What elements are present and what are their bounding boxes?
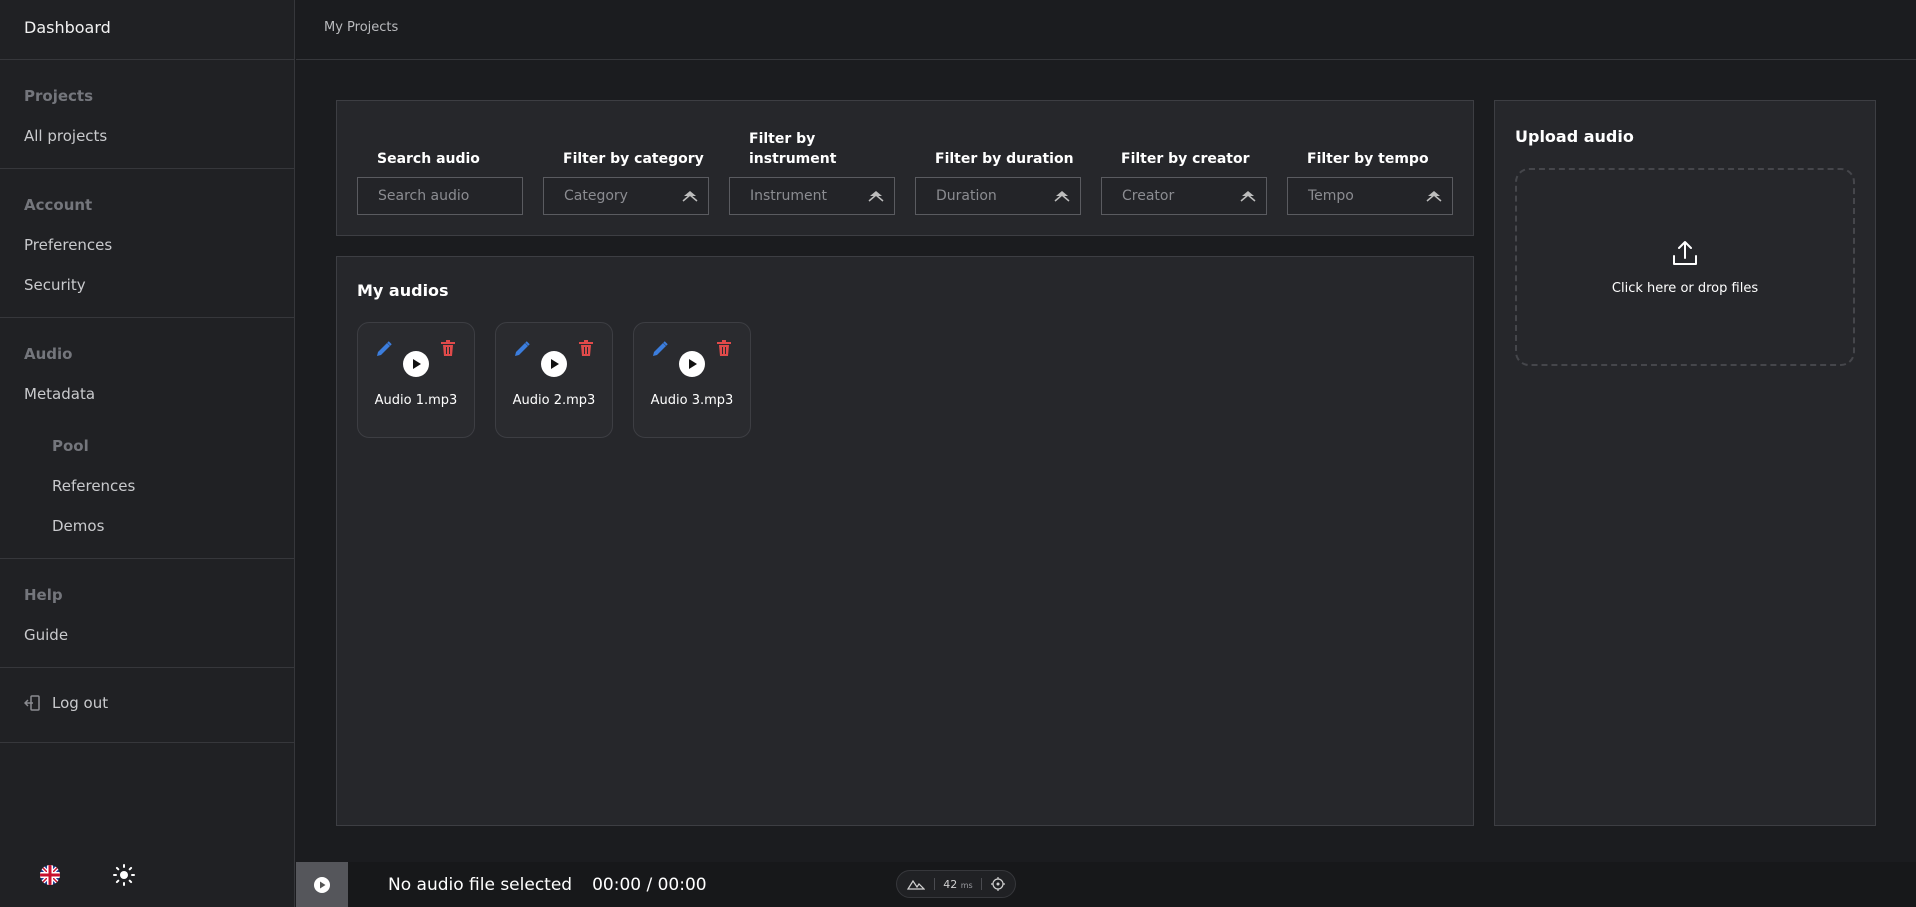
filter-label: Filter by instrument xyxy=(749,131,837,167)
creator-placeholder: Creator xyxy=(1122,188,1175,204)
chevron-up-icon xyxy=(1426,191,1442,202)
sidebar-section-projects: Projects All projects xyxy=(0,60,294,169)
play-icon[interactable] xyxy=(403,351,429,377)
audio-file-name: Audio 1.mp3 xyxy=(374,393,458,408)
divider xyxy=(981,878,983,890)
creator-filter: Filter by creator Creator xyxy=(1101,149,1267,215)
latency-number: 42 xyxy=(943,877,958,891)
sidebar-item-references[interactable]: References xyxy=(0,466,294,506)
audio-player-bar: No audio file selected 00:00 / 00:00 42 … xyxy=(296,862,1916,907)
category-placeholder: Category xyxy=(564,188,628,204)
sidebar-heading-account: Account xyxy=(24,196,93,214)
filter-label: Search audio xyxy=(377,151,480,167)
category-filter: Filter by category Category xyxy=(543,149,709,215)
chevron-up-icon xyxy=(1240,191,1256,202)
chevron-up-icon xyxy=(868,191,884,202)
chevron-up-icon xyxy=(1054,191,1070,202)
search-filter: Search audio Search audio xyxy=(357,149,523,215)
sidebar-section-help: Help Guide xyxy=(0,559,294,668)
sidebar-item-security[interactable]: Security xyxy=(0,265,294,305)
audio-file-name: Audio 2.mp3 xyxy=(512,393,596,408)
creator-select[interactable]: Creator xyxy=(1101,177,1267,215)
audio-card[interactable]: Audio 3.mp3 xyxy=(633,322,751,438)
play-icon xyxy=(314,876,330,893)
divider xyxy=(933,878,935,890)
filter-label: Filter by duration xyxy=(935,151,1074,167)
player-time: 00:00 / 00:00 xyxy=(592,874,707,895)
drop-zone-text: Click here or drop files xyxy=(1611,280,1759,296)
file-drop-zone[interactable]: Click here or drop files xyxy=(1515,168,1855,366)
upload-panel: Upload audio Click here or drop files xyxy=(1494,100,1876,826)
sidebar-section-audio: Audio Metadata Pool References Demos xyxy=(0,318,294,559)
audio-card[interactable]: Audio 1.mp3 xyxy=(357,322,475,438)
filter-label: Filter by tempo xyxy=(1307,151,1429,167)
audio-card[interactable]: Audio 2.mp3 xyxy=(495,322,613,438)
logout-icon xyxy=(24,695,40,711)
sidebar-heading-help: Help xyxy=(24,586,63,604)
trash-icon[interactable] xyxy=(440,339,456,357)
my-audios-panel: My audios Audio 1.mp3 Audio 2.mp3 Audio … xyxy=(336,256,1474,826)
sidebar-heading-pool: Pool xyxy=(52,437,89,455)
tempo-filter: Filter by tempo Tempo xyxy=(1287,149,1453,215)
uk-flag-icon[interactable] xyxy=(40,865,60,885)
sidebar-section-account: Account Preferences Security xyxy=(0,169,294,318)
pencil-icon[interactable] xyxy=(375,340,393,358)
filter-label: Filter by category xyxy=(563,151,704,167)
audio-card-list: Audio 1.mp3 Audio 2.mp3 Audio 3.mp3 xyxy=(357,322,1453,438)
dev-toolbar[interactable]: 42 ms xyxy=(896,870,1016,898)
play-icon[interactable] xyxy=(679,351,705,377)
instrument-filter: Filter by instrument Instrument xyxy=(729,129,895,215)
sidebar-item-preferences[interactable]: Preferences xyxy=(0,225,294,265)
upload-title: Upload audio xyxy=(1515,127,1634,146)
duration-select[interactable]: Duration xyxy=(915,177,1081,215)
breadcrumb[interactable]: My Projects xyxy=(296,0,1916,60)
latency-value: 42 ms xyxy=(943,878,972,891)
duration-filter: Filter by duration Duration xyxy=(915,149,1081,215)
pencil-icon[interactable] xyxy=(651,340,669,358)
sidebar-heading-audio: Audio xyxy=(24,345,73,363)
sidebar: Dashboard Projects All projects Account … xyxy=(0,0,295,907)
chevron-up-icon xyxy=(682,191,698,202)
sidebar-item-all-projects[interactable]: All projects xyxy=(0,116,294,156)
sidebar-item-metadata[interactable]: Metadata xyxy=(0,374,294,414)
pencil-icon[interactable] xyxy=(513,340,531,358)
sidebar-heading-projects: Projects xyxy=(24,87,94,105)
sidebar-footer xyxy=(0,863,295,887)
sidebar-title[interactable]: Dashboard xyxy=(0,0,294,60)
filter-panel: Search audio Search audio Filter by cate… xyxy=(336,100,1474,236)
latency-unit: ms xyxy=(960,880,973,890)
trash-icon[interactable] xyxy=(578,339,594,357)
player-track-name: No audio file selected xyxy=(388,874,573,895)
logout-button[interactable]: Log out xyxy=(0,668,294,743)
instrument-placeholder: Instrument xyxy=(750,188,828,204)
player-play-button[interactable] xyxy=(296,862,348,907)
sun-icon[interactable] xyxy=(112,863,136,887)
filter-label: Filter by creator xyxy=(1121,151,1250,167)
sidebar-item-guide[interactable]: Guide xyxy=(0,615,294,655)
play-icon[interactable] xyxy=(541,351,567,377)
logout-label: Log out xyxy=(52,694,109,712)
crosshair-icon[interactable] xyxy=(990,877,1005,891)
sidebar-item-demos[interactable]: Demos xyxy=(0,506,294,546)
search-input[interactable]: Search audio xyxy=(357,177,523,215)
category-select[interactable]: Category xyxy=(543,177,709,215)
upload-icon xyxy=(1673,240,1697,265)
my-audios-title: My audios xyxy=(357,281,449,300)
tempo-select[interactable]: Tempo xyxy=(1287,177,1453,215)
instrument-select[interactable]: Instrument xyxy=(729,177,895,215)
duration-placeholder: Duration xyxy=(936,188,997,204)
mountain-icon[interactable] xyxy=(907,878,926,890)
audio-file-name: Audio 3.mp3 xyxy=(650,393,734,408)
trash-icon[interactable] xyxy=(716,339,732,357)
search-placeholder: Search audio xyxy=(378,188,470,204)
tempo-placeholder: Tempo xyxy=(1308,188,1354,204)
